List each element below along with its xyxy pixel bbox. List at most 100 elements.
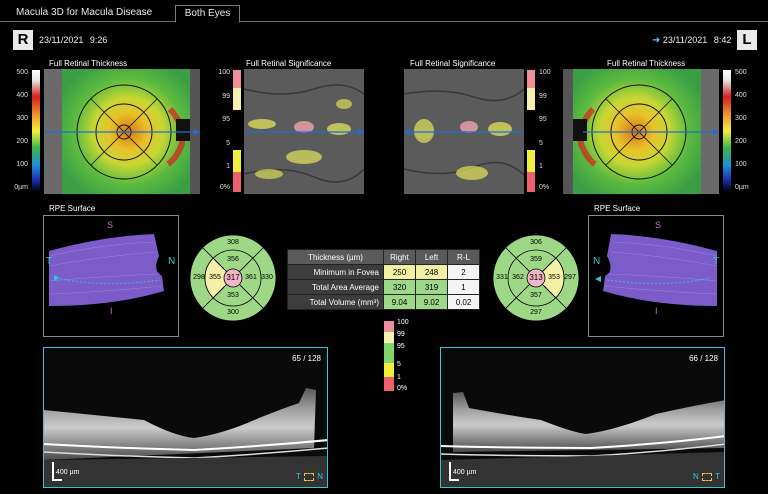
arrow-right-icon: ➜ [652, 35, 661, 46]
left-significance-map [404, 69, 524, 194]
scale-label: 1 [226, 163, 230, 170]
orientation-temporal: T [715, 472, 720, 481]
etdrs-center: 317 [226, 273, 240, 282]
table-row: Total Volume (mm³) 9.04 9.02 0.02 [287, 294, 480, 310]
etdrs-outer-inferior: 297 [530, 309, 542, 316]
rpe-label-n: N [168, 256, 176, 267]
left-scale-label: 400 µm [453, 469, 477, 476]
rpe-label-s: S [655, 220, 662, 230]
table-cell: 1 [447, 279, 480, 295]
left-thickness-title: Full Retinal Thickness [607, 59, 686, 68]
left-exam-date: 23/11/2021 [662, 35, 708, 45]
scale-label: 0µm [735, 184, 749, 191]
table-cell: 248 [415, 264, 448, 280]
right-thickness-map [44, 69, 200, 194]
legend-label: 95 [397, 343, 405, 350]
table-cell: 9.02 [415, 294, 448, 310]
right-oct-bscan: 65 / 128 400 µm T N [43, 347, 328, 488]
table-header: Thickness (µm) [287, 249, 384, 265]
etdrs-outer-temporal: 298 [193, 274, 205, 281]
etdrs-outer-nasal: 330 [261, 274, 273, 281]
left-eye-badge: L [737, 30, 757, 50]
right-exam-datetime: 23/11/2021 9:26 [39, 35, 107, 45]
thickness-table: Thickness (µm) Right Left R-L Minimum in… [287, 249, 480, 310]
right-etdrs-grid: 317 356 355 361 353 308 298 330 300 [189, 234, 277, 322]
scale-label: 0µm [14, 184, 28, 191]
scale-label: 500 [16, 69, 28, 76]
scale-label: 100 [539, 69, 551, 76]
scale-bar [449, 479, 459, 481]
tab-macula-3d[interactable]: Macula 3D for Macula Disease [8, 5, 160, 23]
tab-bar: Macula 3D for Macula Disease Both Eyes [0, 0, 768, 23]
legend-label: 5 [397, 361, 401, 368]
table-header: Left [415, 249, 448, 265]
left-slice-counter: 66 / 128 [689, 354, 718, 363]
rpe-label-i: I [655, 306, 658, 316]
table-cell: 9.04 [383, 294, 416, 310]
right-rpe-title: RPE Surface [49, 204, 96, 213]
table-cell: 2 [447, 264, 480, 280]
table-cell: Total Volume (mm³) [287, 294, 384, 310]
right-significance-title: Full Retinal Significance [246, 59, 332, 68]
right-scale-label: 400 µm [56, 469, 80, 476]
significance-legend-bar [384, 321, 394, 391]
right-slice-counter: 65 / 128 [292, 354, 321, 363]
scale-label: 0% [219, 184, 230, 191]
right-exam-date: 23/11/2021 [39, 35, 84, 45]
etdrs-inner-inferior: 357 [530, 292, 542, 299]
scale-label: 300 [735, 115, 747, 122]
table-cell: 0.02 [447, 294, 480, 310]
table-header: Right [383, 249, 416, 265]
table-cell: Total Area Average [287, 279, 384, 295]
scale-label: 95 [222, 116, 230, 123]
left-rpe-surface: S N T I [588, 215, 724, 337]
right-eye-badge: R [13, 30, 33, 50]
left-thickness-colorbar [723, 70, 731, 192]
scale-label: 200 [16, 138, 28, 145]
left-exam-time: 8:42 [713, 35, 732, 45]
left-significance-scale-labels: 100 99 95 5 1 0% [539, 69, 561, 194]
legend-label: 1 [397, 374, 401, 381]
etdrs-outer-superior: 306 [530, 239, 542, 246]
table-row: Total Area Average 320 319 1 [287, 279, 480, 295]
right-thickness-colorbar [32, 70, 40, 192]
left-oct-bscan: 66 / 128 400 µm N T [440, 347, 725, 488]
left-orientation: N T [693, 472, 720, 481]
table-cell: Minimum in Fovea [287, 264, 384, 280]
rpe-label-i: I [110, 306, 113, 316]
scale-label: 99 [222, 93, 230, 100]
right-thickness-scale-labels: 500 400 300 200 100 0µm [6, 69, 28, 194]
etdrs-inner-superior: 356 [227, 256, 239, 263]
orientation-temporal: T [296, 472, 301, 481]
right-exam-time: 9:26 [89, 35, 108, 45]
scale-label: 95 [539, 116, 547, 123]
right-thickness-title: Full Retinal Thickness [49, 59, 128, 68]
right-orientation: T N [296, 472, 323, 481]
right-significance-scale-labels: 100 99 95 5 1 0% [208, 69, 230, 194]
left-significance-colorbar [527, 70, 535, 192]
left-rpe-title: RPE Surface [594, 204, 641, 213]
scale-label: 400 [735, 92, 747, 99]
rpe-label-n: N [593, 256, 601, 267]
legend-label: 0% [397, 385, 408, 392]
table-cell: 250 [383, 264, 416, 280]
etdrs-outer-superior: 308 [227, 239, 239, 246]
scan-orientation-icon [702, 472, 713, 481]
table-header: R-L [447, 249, 480, 265]
scale-label: 400 [16, 92, 28, 99]
left-significance-title: Full Retinal Significance [410, 59, 496, 68]
left-exam-datetime: ➜ 23/11/2021 8:42 [652, 35, 731, 46]
rpe-label-s: S [107, 220, 114, 230]
legend-label: 100 [397, 319, 409, 326]
right-significance-colorbar [233, 70, 241, 192]
orientation-nasal: N [693, 472, 699, 481]
legend-label: 99 [397, 331, 405, 338]
rpe-label-t: T [46, 256, 53, 267]
orientation-nasal: N [317, 472, 323, 481]
scale-label: 5 [226, 140, 230, 147]
rpe-label-t: T [713, 256, 720, 267]
table-cell: 320 [383, 279, 416, 295]
scale-label: 0% [539, 184, 550, 191]
scale-label: 1 [539, 163, 543, 170]
tab-both-eyes[interactable]: Both Eyes [175, 5, 240, 23]
